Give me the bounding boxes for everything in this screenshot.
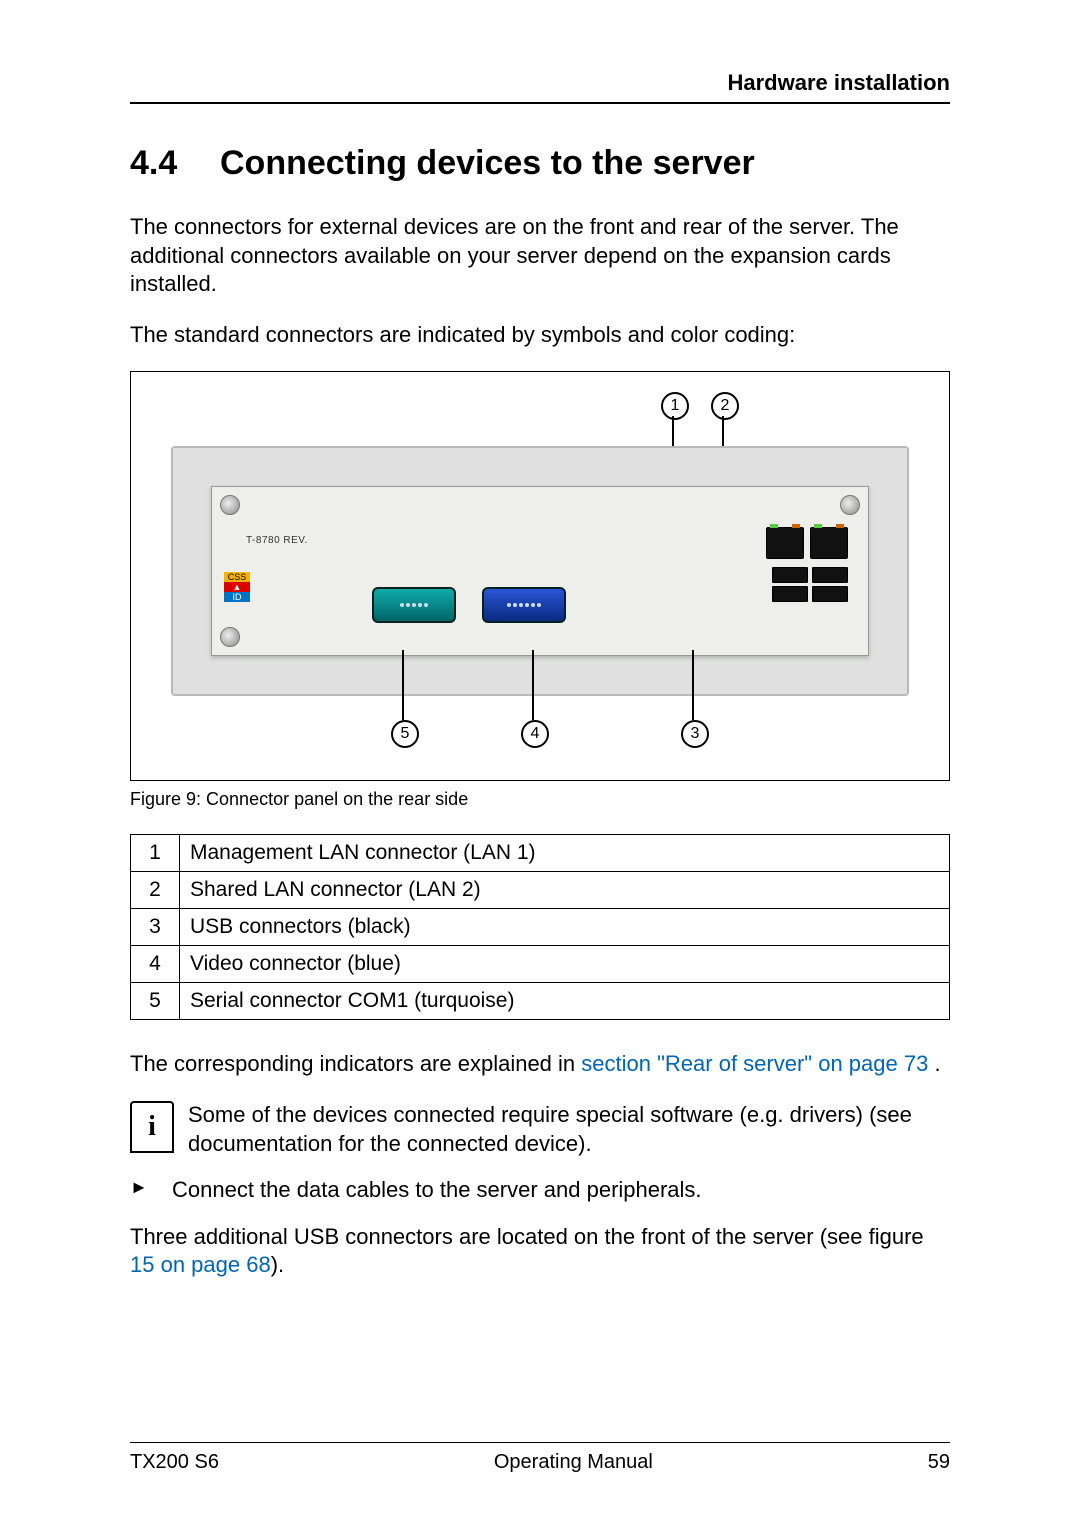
section-title-text: Connecting devices to the server [220,144,755,182]
table-row: 3 USB connectors (black) [131,909,950,946]
panel-revision-label: T-8780 REV. [246,535,308,546]
id-led-block: CSS ▲ ID [224,572,250,602]
note-text: Some of the devices connected require sp… [188,1101,950,1158]
row-desc: USB connectors (black) [180,909,950,946]
section-heading: 4.4Connecting devices to the server [130,144,950,183]
footer-page-number: 59 [928,1451,950,1474]
intro-paragraph-1: The connectors for external devices are … [130,213,950,299]
usb-port-icon [772,586,808,602]
row-desc: Serial connector COM1 (turquoise) [180,983,950,1020]
callout-5-line [402,650,404,720]
usb-column [812,567,848,602]
text-run: The corresponding indicators are explain… [130,1051,581,1076]
table-row: 5 Serial connector COM1 (turquoise) [131,983,950,1020]
serial-port-icon [372,587,456,623]
row-num: 2 [131,872,180,909]
row-desc: Video connector (blue) [180,946,950,983]
row-desc: Management LAN connector (LAN 1) [180,835,950,872]
callouts-top: 1 2 [171,392,909,452]
footer-product: TX200 S6 [130,1451,219,1474]
server-rear-illustration: T-8780 REV. CSS ▲ ID [171,446,909,696]
callout-3-line [692,650,694,720]
section-number: 4.4 [130,144,220,183]
lan2-port-icon [810,527,848,559]
info-icon: i [130,1101,174,1153]
css-led-label: CSS [224,572,250,582]
screw-icon [220,627,240,647]
vga-port-icon [482,587,566,623]
screw-icon [840,495,860,515]
connector-panel: T-8780 REV. CSS ▲ ID [211,486,869,656]
row-num: 4 [131,946,180,983]
xref-rear-of-server[interactable]: section "Rear of server" on page 73 [581,1051,928,1076]
page-header: Hardware installation [130,70,950,104]
intro-paragraph-2: The standard connectors are indicated by… [130,321,950,350]
figure-caption: Figure 9: Connector panel on the rear si… [130,789,950,810]
chapter-title: Hardware installation [727,70,950,95]
callout-2: 2 [711,392,739,420]
text-run: Three additional USB connectors are loca… [130,1224,924,1249]
lan1-port-icon [766,527,804,559]
figure-frame: 1 2 T-8780 REV. CSS ▲ ID [130,371,950,781]
page-footer: TX200 S6 Operating Manual 59 [130,1442,950,1474]
row-num: 1 [131,835,180,872]
callout-1: 1 [661,392,689,420]
text-run: . [928,1051,940,1076]
table-row: 4 Video connector (blue) [131,946,950,983]
callout-5: 5 [391,720,419,748]
callouts-bottom: 5 4 3 [171,690,909,750]
text-run: ). [271,1252,284,1277]
fault-led-label: ▲ [224,582,250,592]
usb-port-icon [812,586,848,602]
row-num: 3 [131,909,180,946]
usb-column [772,567,808,602]
row-num: 5 [131,983,180,1020]
table-row: 2 Shared LAN connector (LAN 2) [131,872,950,909]
screw-icon [220,495,240,515]
page: Hardware installation 4.4Connecting devi… [0,0,1080,1526]
indicators-paragraph: The corresponding indicators are explain… [130,1050,950,1079]
step-text: Connect the data cables to the server an… [172,1176,702,1205]
table-row: 1 Management LAN connector (LAN 1) [131,835,950,872]
footer-doc-title: Operating Manual [494,1451,653,1474]
usb-ports [772,567,848,602]
row-desc: Shared LAN connector (LAN 2) [180,872,950,909]
callout-4: 4 [521,720,549,748]
step-marker-icon: ► [130,1176,158,1205]
callout-4-line [532,650,534,720]
id-led-label: ID [224,592,250,602]
xref-figure-15[interactable]: 15 on page 68 [130,1252,271,1277]
lan-ports [766,527,848,559]
connector-table: 1 Management LAN connector (LAN 1) 2 Sha… [130,834,950,1020]
front-usb-paragraph: Three additional USB connectors are loca… [130,1223,950,1280]
info-note: i Some of the devices connected require … [130,1101,950,1158]
usb-port-icon [772,567,808,583]
usb-port-icon [812,567,848,583]
callout-3: 3 [681,720,709,748]
procedure-step: ► Connect the data cables to the server … [130,1176,950,1205]
